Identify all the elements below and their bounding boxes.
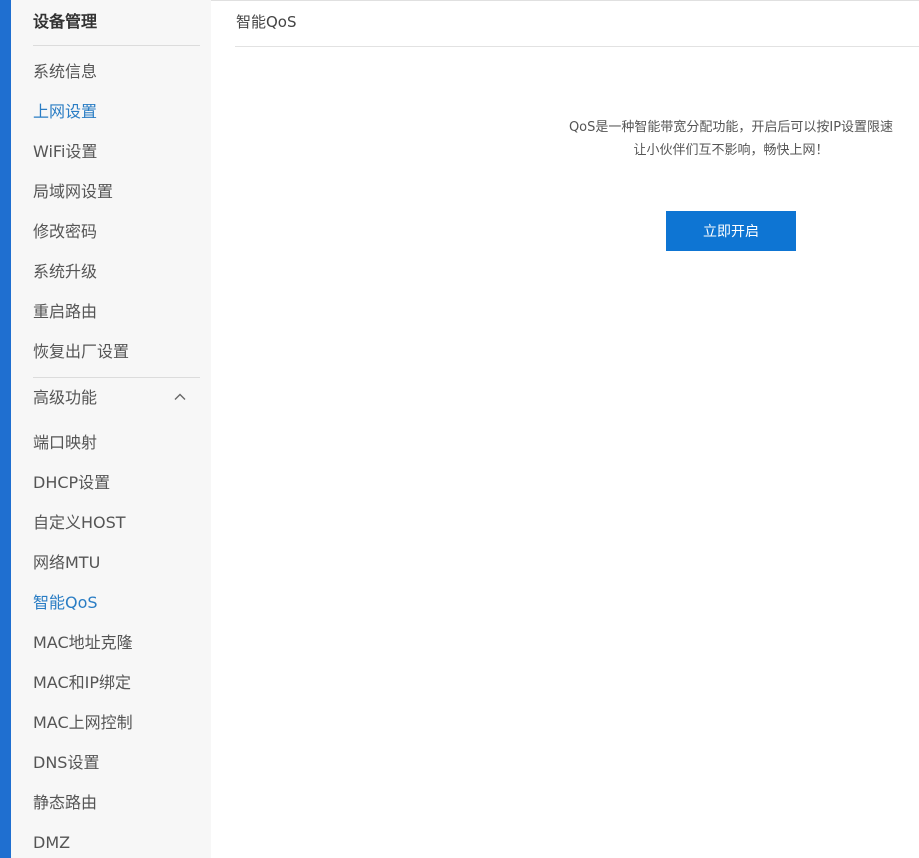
sidebar-item-system-upgrade[interactable]: 系统升级 [33, 260, 97, 284]
sidebar-item-internet-settings[interactable]: 上网设置 [33, 100, 97, 124]
sidebar-item-custom-host[interactable]: 自定义HOST [33, 511, 126, 535]
sidebar-title: 设备管理 [33, 12, 98, 31]
app-window: 设备管理 系统信息 上网设置 WiFi设置 局域网设置 修改密码 系统升级 重启… [0, 0, 919, 858]
sidebar-item-system-info[interactable]: 系统信息 [33, 60, 97, 84]
sidebar-item-reboot-router[interactable]: 重启路由 [33, 300, 97, 324]
chevron-up-icon [174, 393, 186, 400]
sidebar-item-lan-settings[interactable]: 局域网设置 [33, 180, 113, 204]
sidebar-divider [33, 377, 200, 378]
sidebar-item-mac-clone[interactable]: MAC地址克隆 [33, 631, 133, 655]
sidebar-item-static-routing[interactable]: 静态路由 [33, 791, 97, 815]
sidebar-divider [33, 45, 200, 46]
sidebar-item-dns-settings[interactable]: DNS设置 [33, 751, 99, 775]
sidebar-item-network-mtu[interactable]: 网络MTU [33, 551, 100, 575]
header-divider [235, 46, 919, 47]
sidebar-group-advanced[interactable]: 高级功能 [33, 386, 189, 410]
accent-bar [0, 0, 11, 858]
sidebar: 设备管理 系统信息 上网设置 WiFi设置 局域网设置 修改密码 系统升级 重启… [11, 0, 211, 858]
sidebar-item-dmz[interactable]: DMZ [33, 831, 70, 855]
qos-description: QoS是一种智能带宽分配功能，开启后可以按IP设置限速 让小伙伴们互不影响，畅快… [545, 116, 917, 162]
sidebar-group-label: 高级功能 [33, 388, 98, 407]
qos-description-line: QoS是一种智能带宽分配功能，开启后可以按IP设置限速 [568, 120, 894, 135]
sidebar-item-port-mapping[interactable]: 端口映射 [33, 431, 97, 455]
page-title: 智能QoS [236, 13, 297, 31]
sidebar-item-change-password[interactable]: 修改密码 [33, 220, 97, 244]
enable-qos-button[interactable]: 立即开启 [666, 211, 796, 251]
qos-description-line: 让小伙伴们互不影响，畅快上网！ [633, 143, 829, 158]
sidebar-item-factory-reset[interactable]: 恢复出厂设置 [33, 340, 129, 364]
sidebar-item-dhcp-settings[interactable]: DHCP设置 [33, 471, 110, 495]
sidebar-item-mac-access-control[interactable]: MAC上网控制 [33, 711, 133, 735]
sidebar-item-mac-ip-binding[interactable]: MAC和IP绑定 [33, 671, 131, 695]
top-border [211, 0, 919, 1]
sidebar-item-wifi-settings[interactable]: WiFi设置 [33, 140, 97, 164]
sidebar-item-smart-qos[interactable]: 智能QoS [33, 591, 98, 615]
